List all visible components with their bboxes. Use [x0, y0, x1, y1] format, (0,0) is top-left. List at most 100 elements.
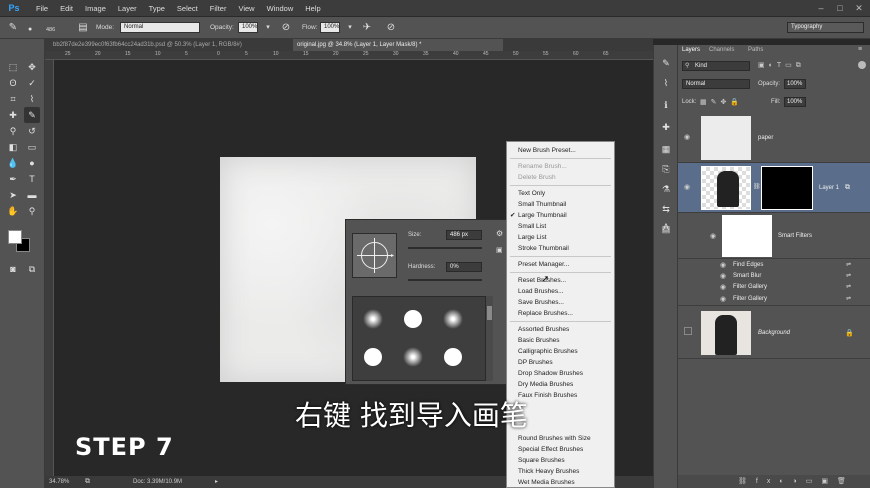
menu-item-small-thumbnail[interactable]: Small Thumbnail [518, 200, 566, 209]
brush-presets-icon[interactable]: ⌇ [658, 75, 674, 91]
filter-kind-select[interactable]: Kind [682, 61, 750, 71]
menu-item-round-brushes-with-size[interactable]: Round Brushes with Size [518, 434, 591, 443]
layer-opacity-input[interactable]: 100% [784, 79, 806, 89]
menu-item-stroke-thumbnail[interactable]: Stroke Thumbnail [518, 244, 569, 253]
menu-item-small-list[interactable]: Small List [518, 222, 546, 231]
zoom-level[interactable]: 34.78% [49, 479, 69, 485]
airbrush-icon[interactable]: ✈ [360, 21, 374, 35]
menu-item-square-brushes[interactable]: Square Brushes [518, 456, 565, 465]
menu-help[interactable]: Help [299, 0, 326, 17]
menu-layer[interactable]: Layer [112, 0, 143, 17]
gradient-tool-icon[interactable]: ▭ [24, 139, 40, 155]
maximize-button[interactable]: □ [833, 2, 847, 14]
menu-item-special-effect-brushes[interactable]: Special Effect Brushes [518, 445, 583, 454]
menu-item-save-brushes[interactable]: Save Brushes... [518, 298, 564, 307]
brush-thumbnail[interactable] [444, 348, 462, 366]
menu-image[interactable]: Image [79, 0, 112, 17]
mode-select[interactable]: Normal [120, 22, 200, 33]
panel-menu-icon[interactable]: ≡ [858, 46, 862, 53]
menu-file[interactable]: File [30, 0, 54, 17]
visibility-eye-icon[interactable]: ◉ [720, 283, 726, 291]
eraser-tool-icon[interactable]: ◧ [5, 139, 21, 155]
layer-row-layer1[interactable]: ◉ ⛓ Layer 1 ⧉ [678, 163, 870, 213]
hardness-slider[interactable] [408, 279, 482, 281]
brush-thumbnail[interactable] [443, 309, 463, 329]
pressure-size-icon[interactable]: ⊘ [384, 21, 398, 35]
blur-tool-icon[interactable]: 💧 [5, 155, 21, 171]
dodge-tool-icon[interactable]: ● [24, 155, 40, 171]
healing-brush-tool-icon[interactable]: ✚ [5, 107, 21, 123]
filter-row-smart-blur[interactable]: ◉ Smart Blur ⇌ [678, 270, 870, 281]
visibility-eye-icon[interactable]: ◉ [720, 272, 726, 280]
workspace-select[interactable]: Typography [787, 22, 864, 33]
pressure-opacity-icon[interactable]: ⊘ [279, 21, 293, 35]
layer-mask-thumbnail[interactable] [761, 166, 813, 210]
eyedropper-tool-icon[interactable]: ⌇ [24, 91, 40, 107]
tab-paths[interactable]: Paths [748, 47, 763, 53]
marquee-tool-icon[interactable]: ⬚ [5, 59, 21, 75]
visibility-eye-icon[interactable]: ◉ [720, 295, 726, 303]
foreground-color-swatch[interactable] [8, 230, 22, 244]
menu-item-replace-brushes[interactable]: Replace Brushes... [518, 309, 573, 318]
menu-item-wet-media-brushes[interactable]: Wet Media Brushes [518, 478, 575, 487]
clone-stamp-tool-icon[interactable]: ⚲ [5, 123, 21, 139]
visibility-eye-icon[interactable]: ◉ [710, 232, 716, 240]
opacity-input[interactable]: 100% [238, 22, 258, 33]
brush-panel-toggle-icon[interactable]: ▤ [76, 21, 90, 35]
rectangle-tool-icon[interactable]: ▬ [24, 187, 40, 203]
smart-filter-mask-thumbnail[interactable] [722, 215, 772, 257]
lock-icons[interactable]: ▦✎✥🔒 [700, 98, 743, 106]
navigator-icon[interactable]: ✚ [658, 119, 674, 135]
brush-thumbnail[interactable] [404, 310, 422, 328]
menu-window[interactable]: Window [261, 0, 300, 17]
move-tool-icon[interactable]: ✥ [24, 59, 40, 75]
brush-thumbnail[interactable] [363, 309, 383, 329]
brush-panel-icon[interactable]: ✎ [658, 55, 674, 71]
menu-item-drop-shadow-brushes[interactable]: Drop Shadow Brushes [518, 369, 583, 378]
visibility-eye-icon[interactable]: ◉ [720, 261, 726, 269]
brush-thumbnail[interactable] [403, 347, 423, 367]
hand-tool-icon[interactable]: ✋ [5, 203, 21, 219]
menu-edit[interactable]: Edit [54, 0, 79, 17]
crop-tool-icon[interactable]: ⌗ [5, 91, 21, 107]
filter-options-icon[interactable]: ⇌ [846, 261, 851, 268]
filter-toggle-icon[interactable] [858, 61, 866, 69]
tab-channels[interactable]: Channels [709, 47, 734, 53]
menu-item-text-only[interactable]: Text Only [518, 189, 545, 198]
flow-dropdown-icon[interactable]: ▾ [343, 21, 357, 35]
menu-item-large-thumbnail[interactable]: Large Thumbnail [518, 211, 567, 220]
type-panel-icon[interactable]: A [658, 219, 674, 235]
menu-item-calligraphic-brushes[interactable]: Calligraphic Brushes [518, 347, 578, 356]
menu-item-load-brushes[interactable]: Load Brushes... [518, 287, 564, 296]
hardness-input[interactable]: 0% [446, 262, 482, 272]
visibility-eye-icon[interactable]: ◉ [684, 183, 690, 191]
menu-item-dry-media-brushes[interactable]: Dry Media Brushes [518, 380, 573, 389]
layer-row-smart-filters[interactable]: ◉ Smart Filters [678, 213, 870, 259]
menu-item-new-brush-preset[interactable]: New Brush Preset... [518, 146, 576, 155]
filter-options-icon[interactable]: ⇌ [846, 272, 851, 279]
quick-select-tool-icon[interactable]: ✓ [24, 75, 40, 91]
layer-row-background[interactable]: Background 🔒 [678, 307, 870, 359]
menu-item-preset-manager[interactable]: Preset Manager... [518, 260, 569, 269]
info-icon[interactable]: ℹ [658, 97, 674, 113]
pen-tool-icon[interactable]: ✒ [5, 171, 21, 187]
type-tool-icon[interactable]: T [24, 171, 40, 187]
tab-psd-document[interactable]: bb2f87de2e399ec0f63fb64cc24ad31b.psd @ 5… [49, 39, 285, 51]
new-preset-icon[interactable]: ▣ [496, 246, 503, 254]
layer-row-paper[interactable]: ◉ paper [678, 113, 870, 163]
filter-row-filter-gallery[interactable]: ◉ Filter Gallery ⇌ [678, 281, 870, 292]
menu-filter[interactable]: Filter [204, 0, 233, 17]
zoom-tool-icon[interactable]: ⚲ [24, 203, 40, 219]
quick-mask-icon[interactable]: ◙ [5, 261, 21, 277]
filter-row-filter-gallery[interactable]: ◉ Filter Gallery ⇌ [678, 292, 870, 306]
size-slider[interactable] [408, 247, 482, 249]
menu-item-thick-heavy-brushes[interactable]: Thick Heavy Brushes [518, 467, 579, 476]
minimize-button[interactable]: – [814, 2, 828, 14]
swatches-icon[interactable]: ▦ [658, 141, 674, 157]
blend-mode-select[interactable]: Normal [682, 79, 750, 89]
scrollbar-thumb[interactable] [487, 306, 492, 320]
menu-item-dp-brushes[interactable]: DP Brushes [518, 358, 553, 367]
brush-tool-icon[interactable]: ✎ [6, 21, 20, 35]
visibility-eye-icon[interactable]: ◉ [684, 133, 690, 141]
mask-link-icon[interactable]: ⛓ [753, 183, 761, 190]
